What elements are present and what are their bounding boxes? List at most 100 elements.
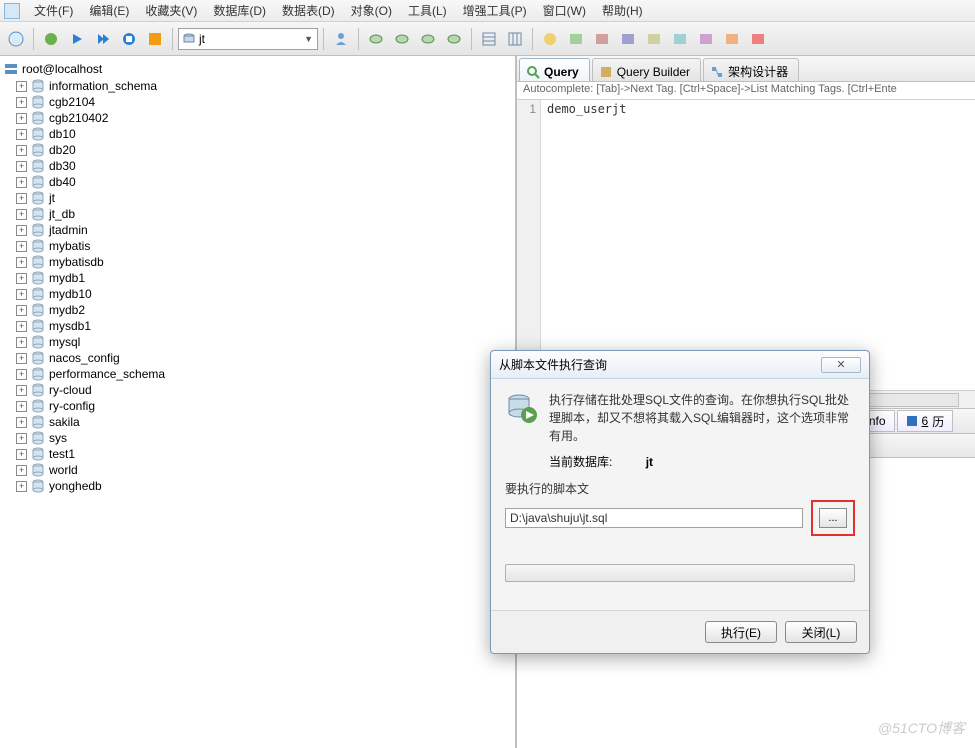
grid-icon-1[interactable] [477,27,501,51]
expand-icon[interactable]: + [16,97,27,108]
result-tab-历[interactable]: 6 历 [897,410,954,432]
tree-db-mydb1[interactable]: +mydb1 [2,270,513,286]
tree-db-performance_schema[interactable]: +performance_schema [2,366,513,382]
expand-icon[interactable]: + [16,449,27,460]
expand-icon[interactable]: + [16,433,27,444]
expand-icon[interactable]: + [16,161,27,172]
browse-button[interactable]: ... [819,508,847,528]
tree-db-jt_db[interactable]: +jt_db [2,206,513,222]
menu-window[interactable]: 窗口(W) [535,0,594,21]
tree-db-jt[interactable]: +jt [2,190,513,206]
expand-icon[interactable]: + [16,257,27,268]
expand-icon[interactable]: + [16,385,27,396]
tree-root[interactable]: root@localhost [2,60,513,78]
dialog-close-icon[interactable]: ✕ [821,357,861,373]
sql-editor[interactable]: 1 demo_userjt [517,100,975,390]
expand-icon[interactable]: + [16,369,27,380]
menu-edit[interactable]: 编辑(E) [81,0,137,21]
menu-database[interactable]: 数据库(D) [205,0,274,21]
menu-fav[interactable]: 收藏夹(V) [137,0,205,21]
close-button[interactable]: 关闭(L) [785,621,857,643]
misc-icon-8[interactable] [720,27,744,51]
expand-icon[interactable]: + [16,289,27,300]
tree-db-sakila[interactable]: +sakila [2,414,513,430]
tree-db-cgb210402[interactable]: +cgb210402 [2,110,513,126]
expand-icon[interactable]: + [16,129,27,140]
tool-icon-1[interactable] [364,27,388,51]
expand-icon[interactable]: + [16,145,27,156]
misc-icon-6[interactable] [668,27,692,51]
tree-db-jtadmin[interactable]: +jtadmin [2,222,513,238]
expand-icon[interactable]: + [16,273,27,284]
tree-db-mydb10[interactable]: +mydb10 [2,286,513,302]
expand-icon[interactable]: + [16,481,27,492]
script-path-input[interactable] [505,508,803,528]
execute-all-icon[interactable] [91,27,115,51]
grid-icon-2[interactable] [503,27,527,51]
execute-button[interactable]: 执行(E) [705,621,777,643]
menu-powertools[interactable]: 增强工具(P) [455,0,535,21]
tab-query[interactable]: Query [519,58,590,81]
misc-icon-1[interactable] [538,27,562,51]
refresh-icon[interactable] [39,27,63,51]
tool-icon-2[interactable] [390,27,414,51]
expand-icon[interactable]: + [16,465,27,476]
tree-db-db20[interactable]: +db20 [2,142,513,158]
misc-icon-4[interactable] [616,27,640,51]
new-connection-icon[interactable] [4,27,28,51]
execute-icon[interactable] [65,27,89,51]
database-tree[interactable]: root@localhost +information_schema+cgb21… [0,56,516,748]
expand-icon[interactable]: + [16,209,27,220]
menu-file[interactable]: 文件(F) [26,0,81,21]
expand-icon[interactable]: + [16,193,27,204]
database-selector[interactable]: jt ▼ [178,28,318,50]
expand-icon[interactable]: + [16,177,27,188]
expand-icon[interactable]: + [16,401,27,412]
tool-icon-3[interactable] [416,27,440,51]
tree-db-db10[interactable]: +db10 [2,126,513,142]
misc-icon-3[interactable] [590,27,614,51]
expand-icon[interactable]: + [16,225,27,236]
tree-db-mybatisdb[interactable]: +mybatisdb [2,254,513,270]
expand-icon[interactable]: + [16,417,27,428]
tree-db-ry-cloud[interactable]: +ry-cloud [2,382,513,398]
expand-icon[interactable]: + [16,353,27,364]
menu-table[interactable]: 数据表(D) [274,0,343,21]
dialog-titlebar[interactable]: 从脚本文件执行查询 ✕ [491,351,869,379]
tool-icon-4[interactable] [442,27,466,51]
code-area[interactable]: demo_userjt [541,100,975,390]
tree-db-test1[interactable]: +test1 [2,446,513,462]
tree-db-nacos_config[interactable]: +nacos_config [2,350,513,366]
tree-db-mybatis[interactable]: +mybatis [2,238,513,254]
tree-db-information_schema[interactable]: +information_schema [2,78,513,94]
tree-db-mydb2[interactable]: +mydb2 [2,302,513,318]
misc-icon-9[interactable] [746,27,770,51]
expand-icon[interactable]: + [16,241,27,252]
expand-icon[interactable]: + [16,321,27,332]
tab-designer[interactable]: 架构设计器 [703,58,799,81]
misc-icon-2[interactable] [564,27,588,51]
expand-icon[interactable]: + [16,81,27,92]
stop-icon[interactable] [117,27,141,51]
expand-icon[interactable]: + [16,305,27,316]
tree-db-cgb2104[interactable]: +cgb2104 [2,94,513,110]
misc-icon-5[interactable] [642,27,666,51]
misc-icon-7[interactable] [694,27,718,51]
tree-db-mysdb1[interactable]: +mysdb1 [2,318,513,334]
tree-db-yonghedb[interactable]: +yonghedb [2,478,513,494]
tree-db-db40[interactable]: +db40 [2,174,513,190]
expand-icon[interactable]: + [16,337,27,348]
menu-tools[interactable]: 工具(L) [400,0,455,21]
format-icon[interactable] [143,27,167,51]
tree-db-sys[interactable]: +sys [2,430,513,446]
tree-db-ry-config[interactable]: +ry-config [2,398,513,414]
menu-object[interactable]: 对象(O) [343,0,400,21]
expand-icon[interactable]: + [16,113,27,124]
user-icon[interactable] [329,27,353,51]
tab-builder[interactable]: Query Builder [592,58,701,81]
menu-help[interactable]: 帮助(H) [594,0,651,21]
tree-db-world[interactable]: +world [2,462,513,478]
tree-db-mysql[interactable]: +mysql [2,334,513,350]
database-icon [183,33,195,45]
tree-db-db30[interactable]: +db30 [2,158,513,174]
